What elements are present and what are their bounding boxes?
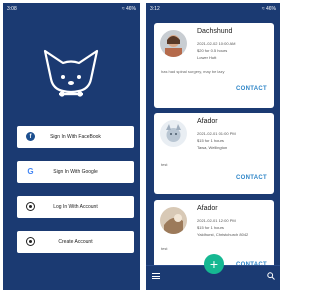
account-icon bbox=[26, 202, 35, 211]
account-icon bbox=[26, 237, 35, 246]
listing-name: Dachshund bbox=[197, 28, 233, 35]
listing-name: Afador bbox=[197, 118, 218, 125]
facebook-signin-button[interactable]: f Sign In With FaceBook bbox=[17, 126, 134, 148]
listing-datetime: 2021-02-01 01:00 PM bbox=[197, 131, 236, 136]
battery-status: ≈ 46% bbox=[121, 6, 136, 12]
contact-button[interactable]: CONTACT bbox=[236, 175, 267, 181]
create-account-button[interactable]: Create Account bbox=[17, 231, 134, 253]
avatar bbox=[160, 207, 187, 234]
listing-note: test bbox=[161, 246, 168, 251]
listing-card[interactable]: Afador 2021-02-01 01:00 PM $15 for 1 hou… bbox=[154, 113, 274, 194]
status-time: 3:08 bbox=[7, 6, 17, 12]
avatar bbox=[160, 120, 187, 147]
status-time: 3:12 bbox=[150, 6, 160, 12]
avatar bbox=[160, 30, 187, 57]
status-bar: 3:08 ≈ 46% bbox=[3, 3, 140, 15]
login-screen: 3:08 ≈ 46% f Sign In With FaceBook G Sig… bbox=[3, 3, 140, 290]
contact-button[interactable]: CONTACT bbox=[236, 86, 267, 92]
account-login-button[interactable]: Log In With Account bbox=[17, 196, 134, 218]
listing-location: Lower Hutt bbox=[197, 55, 217, 60]
facebook-icon: f bbox=[26, 132, 35, 141]
listing-location: Yaldhurst, Christchurch 8042 bbox=[197, 232, 249, 237]
listing-price: $20 for 0.5 hours bbox=[197, 48, 228, 53]
google-signin-button[interactable]: G Sign In With Google bbox=[17, 161, 134, 183]
listing-card[interactable]: Dachshund 2021-02-02 10:00 AM $20 for 0.… bbox=[154, 23, 274, 108]
google-icon: G bbox=[27, 167, 34, 176]
dog-logo-icon bbox=[43, 49, 99, 97]
listings-screen: 3:12 ≈ 46% Dachshund 2021-02-02 10:00 AM… bbox=[146, 3, 280, 290]
listing-price: $15 for 1 hours bbox=[197, 138, 224, 143]
battery-status: ≈ 46% bbox=[261, 6, 276, 12]
menu-icon[interactable] bbox=[152, 273, 160, 279]
listing-price: $15 for 1 hours bbox=[197, 225, 224, 230]
status-icons: ≈ 46% bbox=[262, 6, 276, 12]
listing-location: Tawa, Wellington bbox=[197, 145, 228, 150]
status-bar: 3:12 ≈ 46% bbox=[146, 3, 280, 15]
listing-note: test bbox=[161, 162, 168, 167]
add-listing-button[interactable]: + bbox=[204, 254, 224, 274]
listing-note: has had spinal surgery, may be lazy bbox=[161, 69, 225, 74]
search-icon[interactable] bbox=[267, 272, 275, 280]
listing-datetime: 2021-02-02 10:00 AM bbox=[197, 41, 236, 46]
status-icons: ≈ 46% bbox=[122, 6, 136, 12]
listing-name: Afador bbox=[197, 205, 218, 212]
listing-datetime: 2021-02-01 12:00 PM bbox=[197, 218, 236, 223]
